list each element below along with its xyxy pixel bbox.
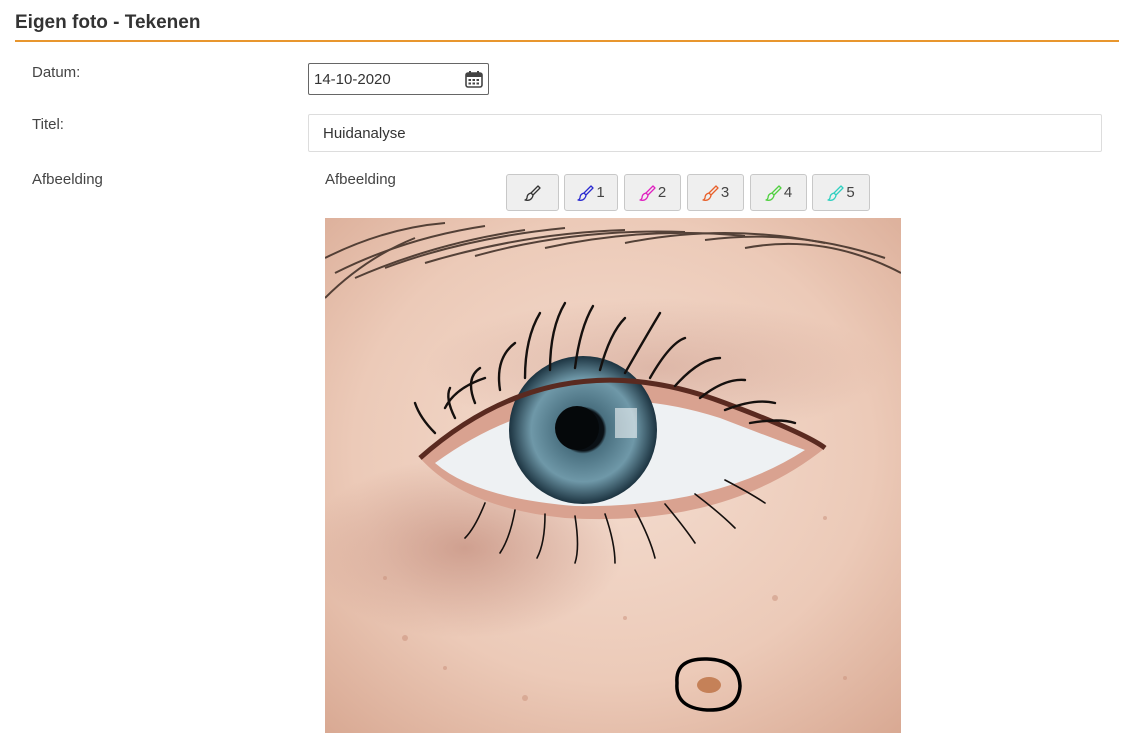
titel-field[interactable]: Huidanalyse [308, 114, 1102, 152]
afbeelding-label: Afbeelding [32, 171, 103, 188]
brush-icon [827, 184, 844, 201]
brush-button-label: 2 [657, 184, 667, 201]
brush-button-label: 3 [720, 184, 730, 201]
datum-label: Datum: [32, 64, 81, 81]
brush-button-4[interactable]: 4 [750, 174, 807, 211]
brush-button-5[interactable]: 5 [812, 174, 870, 211]
datum-value[interactable]: 14-10-2020 [314, 71, 391, 88]
page-title: Eigen foto - Tekenen [15, 12, 201, 33]
calendar-icon[interactable] [465, 70, 483, 88]
brush-icon [639, 184, 656, 201]
brush-button-2[interactable]: 2 [624, 174, 681, 211]
eye-photo[interactable] [325, 218, 901, 733]
brush-button-label: 1 [596, 184, 605, 201]
brush-button-default[interactable] [506, 174, 559, 211]
brush-icon [523, 184, 541, 201]
brush-button-label: 5 [846, 184, 855, 201]
titel-label: Titel: [32, 116, 64, 133]
brush-button-3[interactable]: 3 [687, 174, 744, 211]
afbeelding-sublabel: Afbeelding [325, 171, 396, 188]
titel-value[interactable]: Huidanalyse [323, 125, 406, 142]
page-header: Eigen foto - Tekenen [15, 10, 1119, 42]
brush-icon [765, 184, 782, 201]
brush-icon [702, 184, 719, 201]
drawing-canvas[interactable] [325, 218, 901, 733]
brush-icon [577, 184, 594, 201]
brush-button-1[interactable]: 1 [564, 174, 618, 211]
datum-field[interactable]: 14-10-2020 [308, 63, 489, 95]
brush-button-label: 4 [783, 184, 793, 201]
